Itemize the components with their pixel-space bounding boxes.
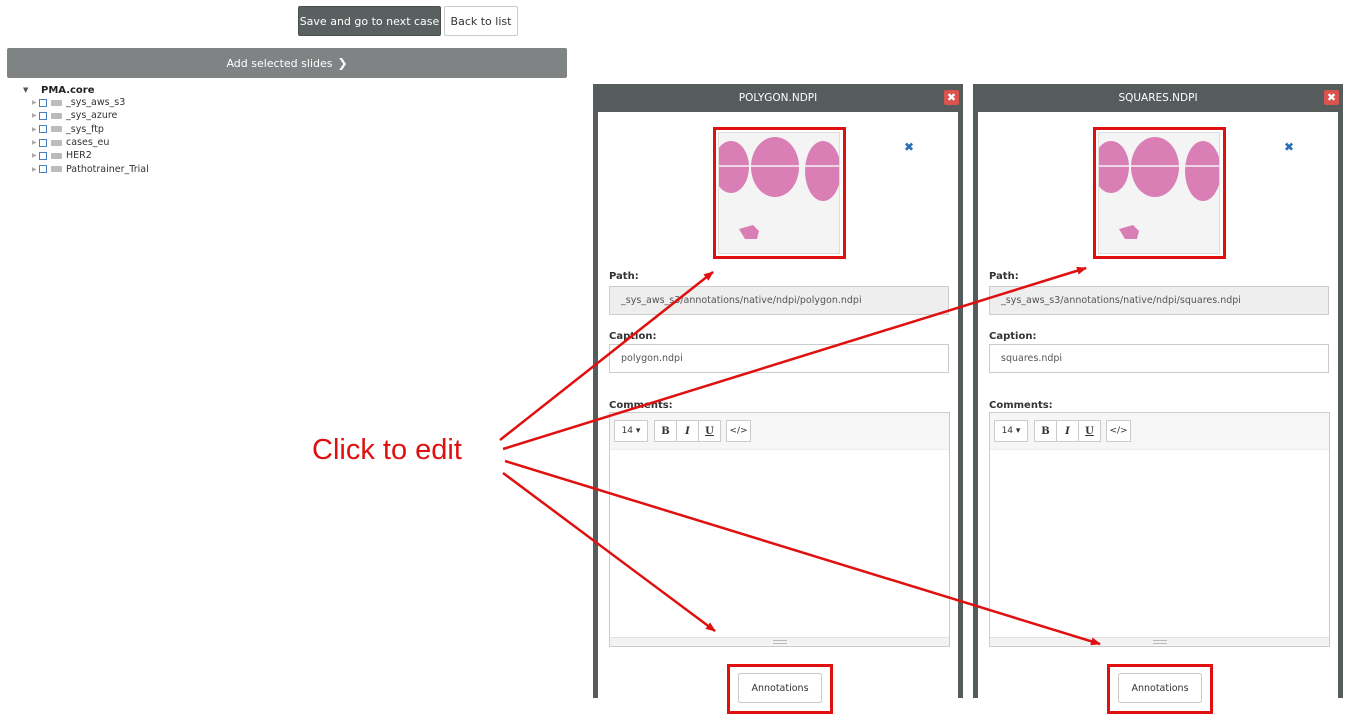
arrow-to-thumbnail-2 — [502, 266, 1087, 451]
arrow-to-annotations-1 — [502, 471, 716, 633]
callout-arrows — [499, 266, 1101, 646]
click-to-edit-callout: Click to edit — [312, 434, 462, 466]
arrow-to-annotations-2 — [504, 459, 1101, 646]
arrow-to-thumbnail-1 — [499, 271, 714, 441]
